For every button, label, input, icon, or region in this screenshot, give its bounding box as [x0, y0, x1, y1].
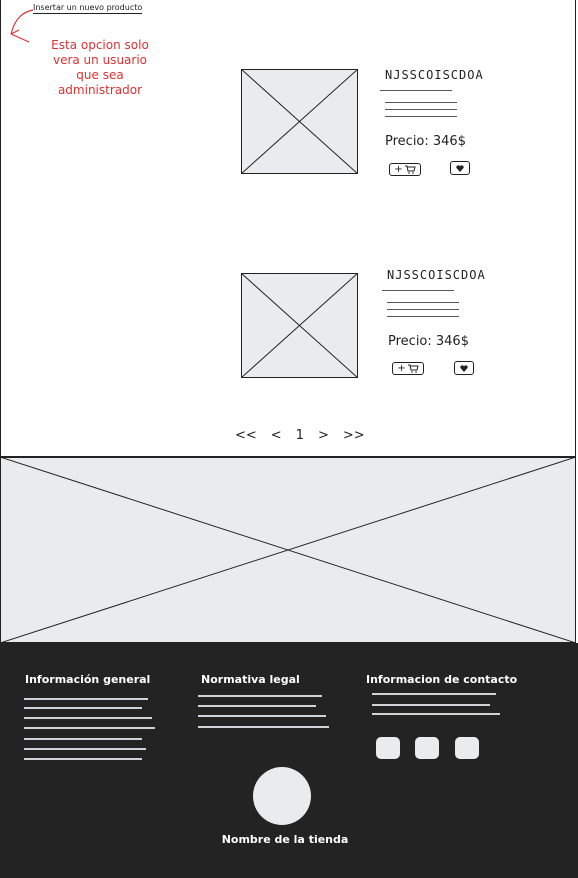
footer-link-line[interactable] [198, 705, 316, 707]
footer-link-line[interactable] [198, 715, 326, 717]
footer-link-line[interactable] [24, 717, 152, 719]
footer-heading-contact[interactable]: Informacion de contacto [366, 673, 517, 686]
footer-link-line[interactable] [372, 713, 500, 715]
current-page[interactable]: 1 [296, 428, 304, 443]
product-image[interactable] [241, 273, 358, 378]
prev-page-button[interactable]: < [271, 428, 282, 443]
insert-product-link[interactable]: Insertar un nuevo producto [33, 3, 143, 14]
description-line [387, 302, 459, 303]
footer-link-line[interactable] [372, 704, 490, 706]
product-image[interactable] [241, 69, 358, 174]
footer: Información general Normativa legal Info… [0, 643, 578, 878]
description-line [385, 102, 457, 103]
footer-link-line[interactable] [372, 693, 496, 695]
store-logo[interactable] [253, 767, 311, 825]
favorite-button[interactable] [454, 361, 474, 375]
footer-link-line[interactable] [24, 727, 155, 729]
product-name[interactable]: NJSSCOISCDOA [387, 268, 486, 282]
plus-label: + [394, 164, 403, 175]
plus-label: + [397, 363, 406, 374]
product-price: Precio: 346$ [388, 334, 469, 349]
admin-note: Esta opcion solo vera un usuario que sea… [51, 38, 149, 97]
cart-icon [404, 165, 416, 174]
add-to-cart-button[interactable]: + [389, 163, 421, 176]
footer-link-line[interactable] [198, 726, 329, 728]
footer-link-line[interactable] [24, 758, 142, 760]
description-line [385, 109, 457, 110]
heart-icon [456, 164, 464, 172]
description-line [385, 116, 457, 117]
footer-link-line[interactable] [24, 738, 142, 740]
footer-link-line[interactable] [24, 707, 142, 709]
description-line [382, 290, 454, 291]
footer-link-line[interactable] [24, 748, 146, 750]
description-line [380, 90, 452, 91]
description-line [387, 309, 459, 310]
heart-icon [460, 364, 468, 372]
social-icon[interactable] [455, 737, 479, 759]
footer-heading-legal[interactable]: Normativa legal [201, 673, 300, 686]
next-page-button[interactable]: > [318, 428, 329, 443]
banner-image [0, 457, 576, 643]
add-to-cart-button[interactable]: + [392, 362, 424, 375]
last-page-button[interactable]: >> [343, 428, 365, 443]
footer-link-line[interactable] [24, 698, 148, 700]
first-page-button[interactable]: << [235, 428, 257, 443]
description-line [387, 316, 459, 317]
cart-icon [407, 364, 419, 373]
footer-heading-general[interactable]: Información general [25, 673, 150, 686]
pagination: << < 1 > >> [235, 428, 365, 443]
social-icon[interactable] [376, 737, 400, 759]
footer-link-line[interactable] [198, 695, 322, 697]
product-price: Precio: 346$ [385, 134, 466, 149]
annotation-arrow-icon [10, 9, 34, 43]
favorite-button[interactable] [450, 161, 470, 175]
product-name[interactable]: NJSSCOISCDOA [385, 68, 484, 82]
store-name: Nombre de la tienda [221, 833, 349, 846]
social-icon[interactable] [415, 737, 439, 759]
